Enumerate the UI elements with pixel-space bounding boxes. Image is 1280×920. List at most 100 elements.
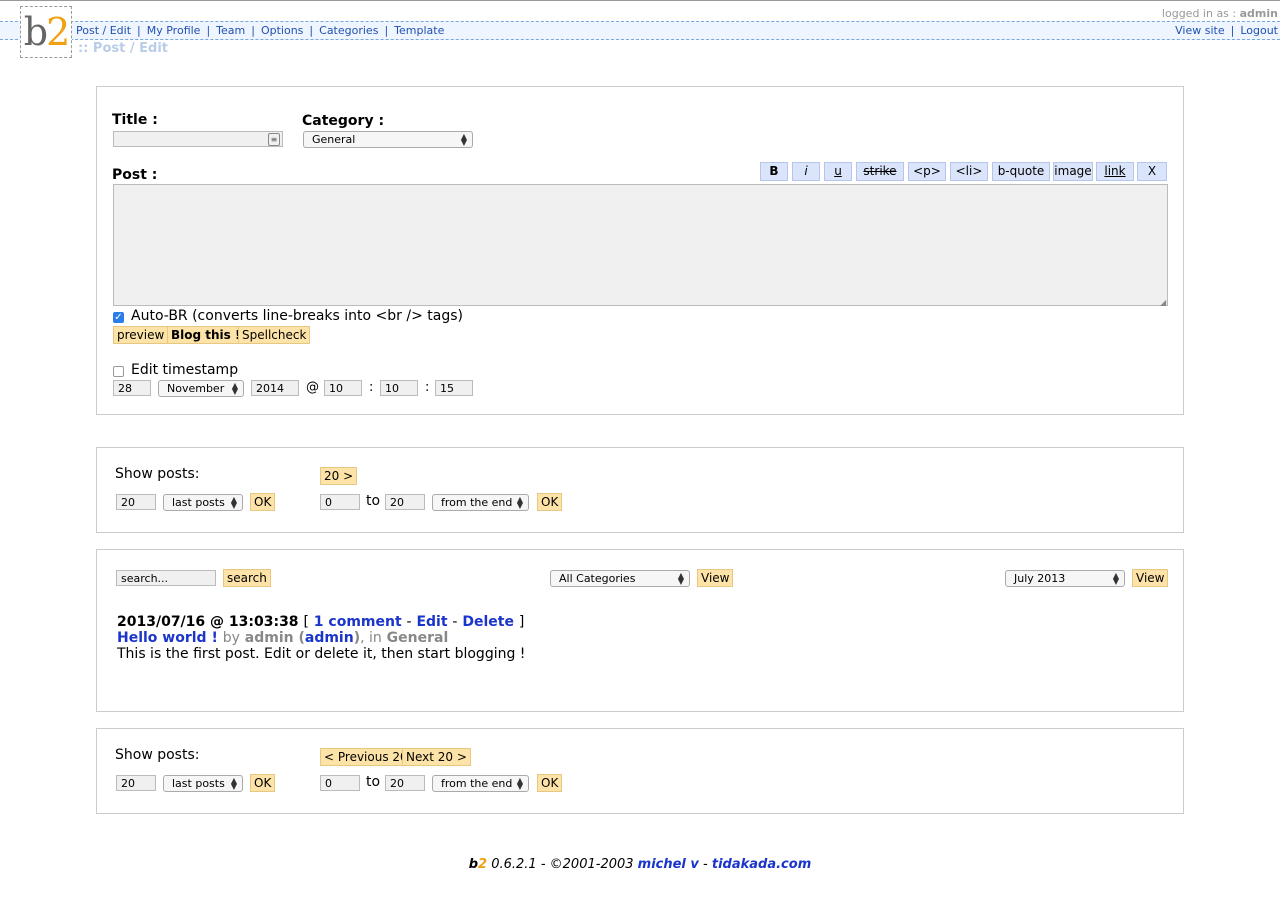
- timestamp-day-input[interactable]: 28: [113, 380, 151, 396]
- select-arrow-icon: ▲ ▼: [230, 776, 237, 791]
- edit-timestamp-checkbox[interactable]: [113, 366, 124, 377]
- range-to-label: to: [366, 774, 381, 790]
- select-arrow-icon: ▲ ▼: [231, 381, 238, 396]
- post-meta-line: 2013/07/16 @ 13:03:38 [ 1 comment - Edit…: [117, 614, 524, 630]
- range-ok-button[interactable]: OK: [537, 774, 563, 792]
- footer-logo-2: 2: [478, 857, 488, 872]
- quicktag-link[interactable]: link: [1096, 162, 1134, 181]
- range-mode-select[interactable]: from the end ▲ ▼: [432, 494, 529, 511]
- show-count-input[interactable]: 20: [116, 775, 156, 791]
- footer: b2 0.6.2.1 - ©2001-2003 michel v - tidak…: [0, 857, 1280, 872]
- post-edit-link[interactable]: Edit: [416, 614, 447, 630]
- search-button[interactable]: search: [223, 569, 271, 587]
- post-comments-link[interactable]: 1 comment: [314, 614, 402, 630]
- quicktag-paragraph[interactable]: <p>: [908, 162, 946, 181]
- select-arrow-icon: ▲ ▼: [516, 776, 523, 791]
- nav-categories[interactable]: Categories: [319, 24, 378, 37]
- quicktag-blockquote[interactable]: b-quote: [992, 162, 1050, 181]
- range-from-input[interactable]: 0: [320, 494, 360, 510]
- range-to-input[interactable]: 20: [385, 494, 425, 510]
- post-author-login-link[interactable]: admin: [305, 630, 354, 646]
- category-select[interactable]: General ▲ ▼: [303, 131, 473, 148]
- nav-options[interactable]: Options: [261, 24, 303, 37]
- quicktag-underline[interactable]: u: [824, 162, 852, 181]
- post-content-textarea[interactable]: [113, 184, 1168, 306]
- search-input[interactable]: search...: [116, 570, 216, 586]
- edit-timestamp-label: Edit timestamp: [131, 362, 239, 378]
- category-view-button[interactable]: View: [697, 569, 734, 587]
- footer-logo-b: b: [468, 857, 479, 872]
- timestamp-hour-input[interactable]: 10: [324, 380, 362, 396]
- range-ok-button[interactable]: OK: [537, 493, 563, 511]
- month-view-button[interactable]: View: [1132, 569, 1169, 587]
- range-mode-selected: from the end: [441, 496, 513, 509]
- show-ok-button[interactable]: OK: [250, 493, 276, 511]
- blog-this-button[interactable]: Blog this !: [167, 326, 245, 344]
- bracket: [: [303, 614, 309, 630]
- range-to-label: to: [366, 493, 381, 509]
- quicktag-bold[interactable]: B: [760, 162, 788, 181]
- post-author: admin: [244, 630, 294, 646]
- category-label: Category :: [302, 113, 385, 129]
- select-arrow-icon: ▲ ▼: [230, 495, 237, 510]
- range-mode-select[interactable]: from the end ▲ ▼: [432, 775, 529, 792]
- b2-logo[interactable]: b2: [20, 6, 72, 58]
- nav-my-profile[interactable]: My Profile: [147, 24, 201, 37]
- post-datetime: 2013/07/16 @ 13:03:38: [117, 614, 299, 630]
- logout-link[interactable]: Logout: [1240, 24, 1278, 37]
- title-label: Title :: [112, 112, 158, 128]
- post-author-login-wrap: (admin): [298, 630, 361, 646]
- nav-template[interactable]: Template: [394, 24, 444, 37]
- logo-2: 2: [46, 10, 70, 54]
- footer-author-link[interactable]: michel v: [638, 857, 699, 872]
- spellcheck-button[interactable]: Spellcheck: [238, 326, 311, 344]
- post-title-link[interactable]: Hello world !: [117, 630, 218, 646]
- show-mode-selected: last posts: [172, 777, 225, 790]
- top-border: [0, 0, 1280, 1]
- nav-team[interactable]: Team: [216, 24, 245, 37]
- show-count-input[interactable]: 20: [116, 494, 156, 510]
- show-mode-select[interactable]: last posts ▲ ▼: [163, 494, 243, 511]
- nav-post-edit[interactable]: Post / Edit: [76, 24, 131, 37]
- quicktag-list-item[interactable]: <li>: [950, 162, 988, 181]
- show-ok-button[interactable]: OK: [250, 774, 276, 792]
- range-to-input[interactable]: 20: [385, 775, 425, 791]
- timestamp-year-input[interactable]: 2014: [251, 380, 299, 396]
- show-mode-select[interactable]: last posts ▲ ▼: [163, 775, 243, 792]
- post-label: Post :: [112, 167, 158, 183]
- autofill-icon: ≡: [268, 133, 280, 146]
- resize-handle-icon[interactable]: ◢: [1160, 298, 1166, 307]
- quicktag-strike[interactable]: strike: [856, 162, 904, 181]
- next-20-button[interactable]: 20 >: [320, 467, 358, 485]
- month-filter-select[interactable]: July 2013 ▲ ▼: [1005, 570, 1125, 587]
- timestamp-month-select[interactable]: November ▲ ▼: [158, 380, 244, 397]
- range-from-input[interactable]: 0: [320, 775, 360, 791]
- post-title-line: Hello world ! by admin (admin), in Gener…: [117, 630, 448, 646]
- footer-separator: -: [698, 857, 712, 872]
- month-filter-selected: July 2013: [1014, 572, 1066, 585]
- logged-in-info: logged in as : admin: [1162, 7, 1278, 20]
- logged-in-label: logged in as :: [1161, 7, 1237, 20]
- post-delete-link[interactable]: Delete: [462, 614, 514, 630]
- autobr-checkbox[interactable]: ✓: [113, 312, 124, 323]
- timestamp-minute-input[interactable]: 10: [380, 380, 418, 396]
- title-input[interactable]: [113, 131, 283, 147]
- timestamp-at-label: @: [306, 380, 319, 395]
- select-arrow-icon: ▲ ▼: [1112, 571, 1119, 586]
- post-by-label: by: [222, 630, 240, 646]
- post-excerpt: This is the first post. Edit or delete i…: [117, 646, 526, 662]
- footer-site-link[interactable]: tidakada.com: [712, 857, 811, 872]
- preview-button[interactable]: preview: [113, 326, 169, 344]
- quicktag-image[interactable]: image: [1053, 162, 1093, 181]
- footer-version: 0.6.2.1 - ©2001-2003: [487, 857, 638, 872]
- footer-logo: b2: [469, 857, 487, 872]
- quicktag-close-all[interactable]: X: [1137, 162, 1167, 181]
- next-20-button[interactable]: Next 20 >: [402, 748, 471, 766]
- timestamp-second-input[interactable]: 15: [435, 380, 473, 396]
- autobr-label: Auto-BR (converts line-breaks into <br /…: [131, 308, 463, 324]
- post-in-label: , in: [360, 630, 382, 646]
- quicktag-italic[interactable]: i: [792, 162, 820, 181]
- view-site-link[interactable]: View site: [1175, 24, 1224, 37]
- previous-20-button[interactable]: < Previous 20: [320, 748, 412, 766]
- category-filter-select[interactable]: All Categories ▲ ▼: [550, 570, 690, 587]
